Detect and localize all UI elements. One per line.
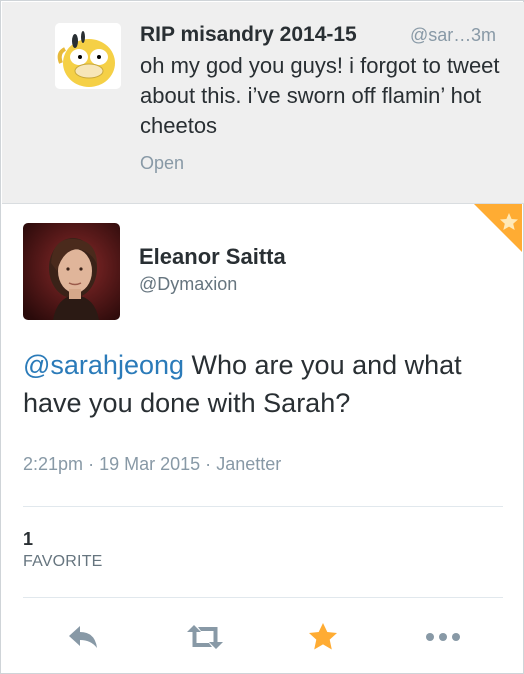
context-author-handle[interactable]: @sar… <box>410 25 471 46</box>
favorites-count[interactable]: 1 <box>23 529 33 550</box>
tweet-text: @sarahjeong Who are you and what have yo… <box>23 346 493 422</box>
retweet-button[interactable] <box>181 613 229 661</box>
favorited-corner-badge <box>474 204 522 252</box>
tweet-date[interactable]: 19 Mar 2015 <box>99 454 200 474</box>
context-tweet-text: oh my god you guys! i forgot to tweet ab… <box>140 53 500 138</box>
favorite-button[interactable] <box>299 613 347 661</box>
reply-button[interactable] <box>59 613 107 661</box>
meta-separator: · <box>205 454 212 474</box>
tweet-client[interactable]: Janetter <box>216 454 281 474</box>
favorites-label[interactable]: FAVORITE <box>23 553 103 571</box>
psyduck-avatar-icon <box>55 23 121 89</box>
divider <box>23 597 503 598</box>
context-tweet[interactable]: RIP misandry 2014-15 @sar… 3m oh my god … <box>2 2 524 204</box>
retweet-icon <box>187 625 223 649</box>
context-author-name[interactable]: RIP misandry 2014-15 <box>140 23 357 47</box>
mention-link[interactable]: @sarahjeong <box>23 350 184 380</box>
corner-star-icon <box>474 204 522 252</box>
context-avatar[interactable] <box>55 23 121 89</box>
more-icon <box>426 633 460 641</box>
tweet-detail-panel: RIP misandry 2014-15 @sar… 3m oh my god … <box>0 0 524 674</box>
author-name[interactable]: Eleanor Saitta <box>139 244 286 270</box>
profile-photo-icon <box>23 223 120 320</box>
author-avatar[interactable] <box>23 223 120 320</box>
meta-separator: · <box>88 454 95 474</box>
reply-icon <box>69 626 97 648</box>
star-icon <box>309 623 337 650</box>
divider <box>23 506 503 507</box>
tweet-time[interactable]: 2:21pm <box>23 454 83 474</box>
tweet-meta: 2:21pm · 19 Mar 2015 · Janetter <box>23 454 281 475</box>
open-link[interactable]: Open <box>140 153 184 174</box>
action-bar <box>1 613 524 663</box>
author-handle[interactable]: @Dymaxion <box>139 274 237 295</box>
context-timestamp: 3m <box>471 25 497 45</box>
more-button[interactable] <box>419 613 467 661</box>
